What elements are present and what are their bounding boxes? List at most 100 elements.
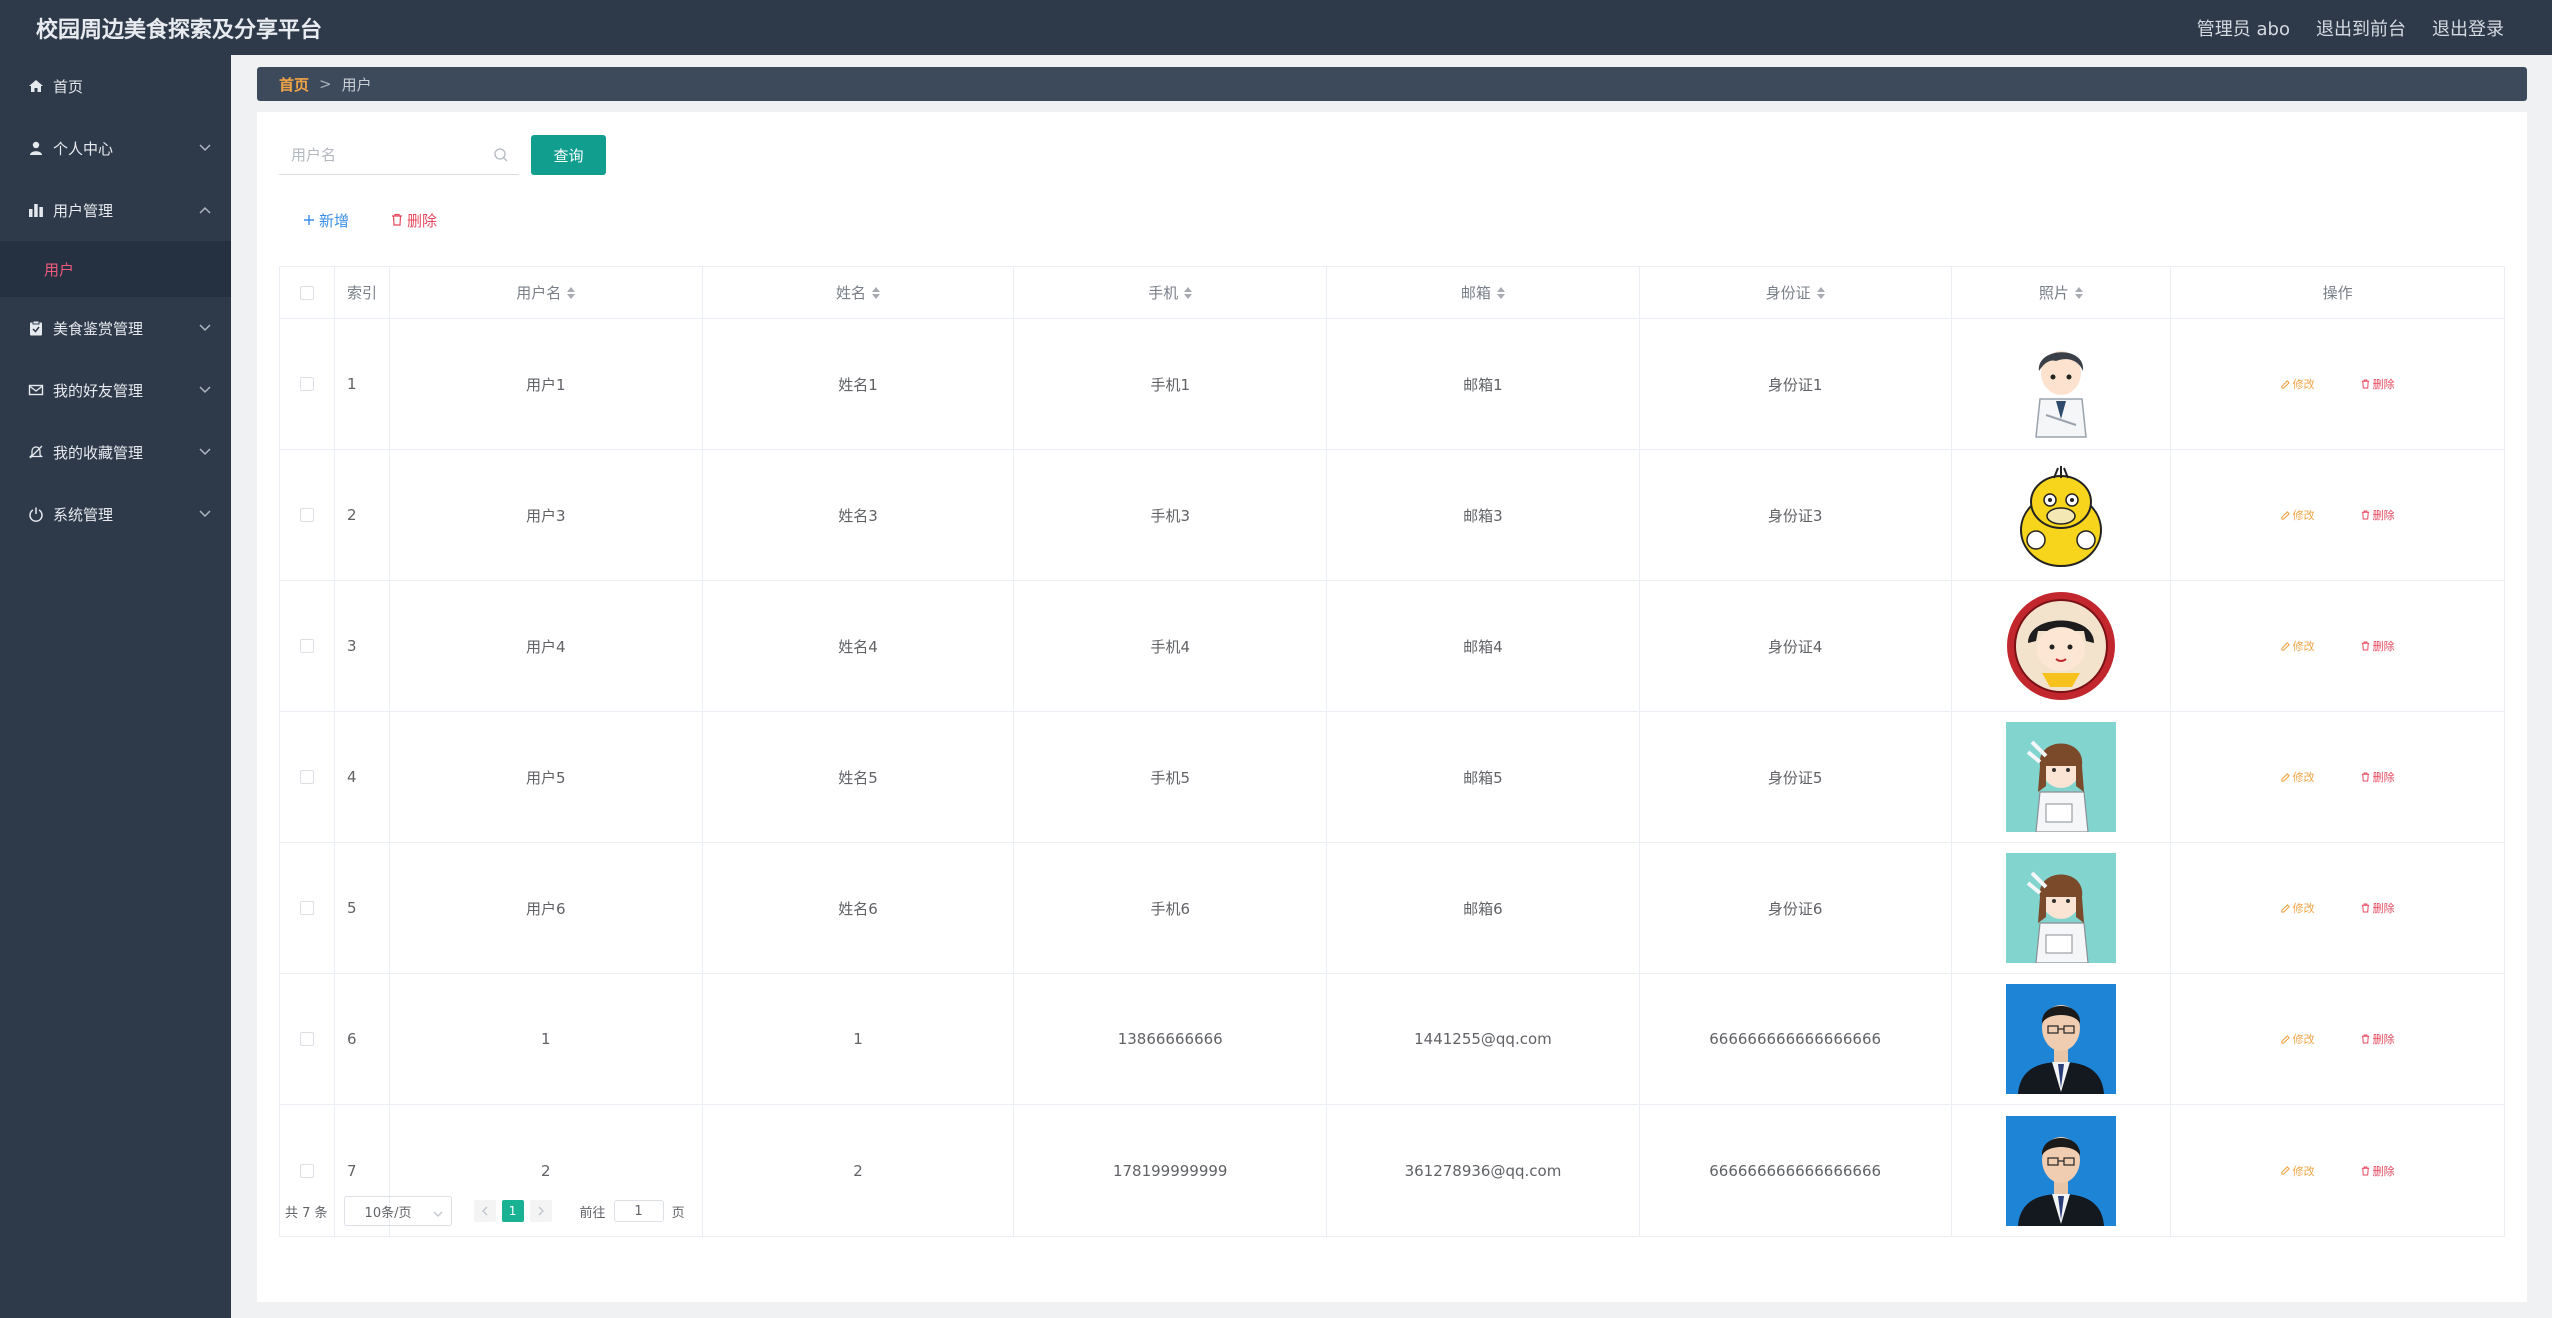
edit-button[interactable]: 修改: [2281, 769, 2315, 785]
goto-page-input[interactable]: 1: [613, 1200, 664, 1222]
cell-index: 6: [335, 974, 390, 1104]
row-checkbox[interactable]: [299, 639, 314, 653]
page-size-select[interactable]: 10条/页: [343, 1196, 452, 1226]
cell-index: 3: [335, 581, 390, 711]
cell-username: 用户4: [390, 581, 703, 711]
edit-label: 修改: [2292, 771, 2315, 784]
edit-button[interactable]: 修改: [2281, 1031, 2315, 1047]
cell-idcard: 666666666666666666: [1640, 1105, 1952, 1236]
header-name[interactable]: 姓名: [703, 267, 1015, 318]
edit-label: 修改: [2292, 1033, 2315, 1046]
chevron-down-icon: [199, 508, 211, 520]
delete-button[interactable]: 删除: [2361, 1031, 2395, 1047]
row-checkbox[interactable]: [299, 770, 314, 784]
header-label: 邮箱: [1460, 284, 1491, 302]
cell-name: 姓名4: [703, 581, 1015, 711]
edit-button[interactable]: 修改: [2281, 376, 2315, 392]
cell-email: 邮箱5: [1327, 712, 1640, 842]
sidebar-item-friends[interactable]: 我的好友管理: [0, 359, 231, 421]
exit-to-front-link[interactable]: 退出到前台: [2316, 15, 2406, 41]
trash-icon: [2361, 510, 2369, 520]
row-checkbox[interactable]: [299, 1032, 314, 1046]
cell-phone: 手机4: [1014, 581, 1328, 711]
sidebar-item-food-review[interactable]: 美食鉴赏管理: [0, 297, 231, 359]
add-button[interactable]: 新增: [303, 210, 349, 231]
yellow-duck-avatar: [2005, 460, 2116, 570]
sidebar-item-label: 系统管理: [53, 505, 114, 524]
breadcrumb-home[interactable]: 首页: [279, 74, 309, 95]
delete-button[interactable]: 删除: [2361, 769, 2395, 785]
delete-button[interactable]: 删除: [2361, 900, 2395, 916]
cartoon-boy-avatar: [2005, 329, 2116, 439]
cell-idcard: 身份证6: [1640, 843, 1952, 973]
batch-delete-button[interactable]: 删除: [391, 210, 437, 231]
goto-prefix: 前往: [579, 1205, 606, 1221]
bell-off-icon: [27, 443, 45, 461]
chevron-down-icon: [199, 142, 211, 154]
prev-page-button[interactable]: [473, 1200, 496, 1222]
cell-operations: 修改 删除: [2171, 319, 2504, 449]
edit-label: 修改: [2292, 1164, 2315, 1178]
chevron-up-icon: [199, 204, 211, 216]
table-row: 3 用户4 姓名4 手机4 邮箱4 身份证4 修改 删除: [280, 581, 2504, 712]
cell-name: 1: [703, 974, 1015, 1104]
next-page-button[interactable]: [529, 1200, 552, 1222]
sidebar-item-system[interactable]: 系统管理: [0, 483, 231, 545]
delete-button[interactable]: 删除: [2361, 507, 2395, 523]
header-email[interactable]: 邮箱: [1327, 267, 1640, 318]
header-label: 照片: [2038, 284, 2069, 302]
search-bar: 查询: [279, 135, 606, 175]
header-photo[interactable]: 照片: [1952, 267, 2172, 318]
sidebar-item-favorites[interactable]: 我的收藏管理: [0, 421, 231, 483]
header-label: 姓名: [835, 284, 866, 302]
cell-email: 邮箱6: [1327, 843, 1640, 973]
sidebar-item-home[interactable]: 首页: [0, 55, 231, 117]
edit-button[interactable]: 修改: [2281, 507, 2315, 523]
sidebar-subitem-user[interactable]: 用户: [0, 241, 231, 297]
delete-label: 删除: [2372, 1164, 2395, 1178]
header-label: 用户名: [516, 284, 562, 302]
header-phone[interactable]: 手机: [1014, 267, 1328, 318]
sidebar-item-personal[interactable]: 个人中心: [0, 117, 231, 179]
sort-icon[interactable]: [1816, 286, 1825, 299]
id-photo-man: [2005, 984, 2116, 1094]
sort-icon[interactable]: [2074, 286, 2083, 299]
cell-idcard: 身份证5: [1640, 712, 1952, 842]
table-body: 1 用户1 姓名1 手机1 邮箱1 身份证1 修改 删除 2 用户3 姓名3 手机3 邮箱3 身份证3 修改…: [280, 319, 2504, 1236]
page-number-current[interactable]: 1: [501, 1200, 524, 1222]
query-button[interactable]: 查询: [531, 135, 606, 175]
row-checkbox[interactable]: [299, 901, 314, 915]
trash-icon: [2361, 379, 2369, 389]
sort-icon[interactable]: [1496, 286, 1505, 299]
edit-button[interactable]: 修改: [2281, 1163, 2315, 1179]
sidebar-item-label: 首页: [53, 77, 84, 96]
header-username[interactable]: 用户名: [390, 267, 703, 318]
row-checkbox[interactable]: [299, 508, 314, 522]
sidebar-item-user-management[interactable]: 用户管理: [0, 179, 231, 241]
delete-label: 删除: [2372, 509, 2395, 522]
table-header: 索引 用户名 姓名 手机 邮箱 身份证 照片 操作: [280, 267, 2504, 319]
sort-icon[interactable]: [567, 286, 576, 299]
admin-label[interactable]: 管理员 abo: [2197, 15, 2290, 41]
logout-link[interactable]: 退出登录: [2432, 15, 2504, 41]
select-all-checkbox[interactable]: [299, 285, 314, 300]
header-idcard[interactable]: 身份证: [1640, 267, 1952, 318]
edit-button[interactable]: 修改: [2281, 638, 2315, 654]
edit-button[interactable]: 修改: [2281, 900, 2315, 916]
edit-icon: [2281, 1034, 2290, 1044]
delete-button[interactable]: 删除: [2361, 376, 2395, 392]
trash-icon: [2361, 1034, 2369, 1044]
plus-icon: [303, 212, 315, 230]
sort-icon[interactable]: [872, 286, 880, 299]
delete-button[interactable]: 删除: [2361, 1163, 2395, 1179]
cell-phone: 手机5: [1014, 712, 1328, 842]
row-checkbox[interactable]: [299, 1163, 314, 1178]
row-checkbox-cell: [280, 843, 335, 973]
action-bar: 新增 删除: [303, 210, 437, 231]
row-checkbox[interactable]: [299, 377, 314, 391]
delete-button[interactable]: 删除: [2361, 638, 2395, 654]
cell-idcard: 身份证3: [1640, 450, 1952, 580]
cell-phone: 178199999999: [1014, 1105, 1328, 1236]
search-input[interactable]: [291, 145, 481, 164]
sort-icon[interactable]: [1184, 286, 1193, 299]
